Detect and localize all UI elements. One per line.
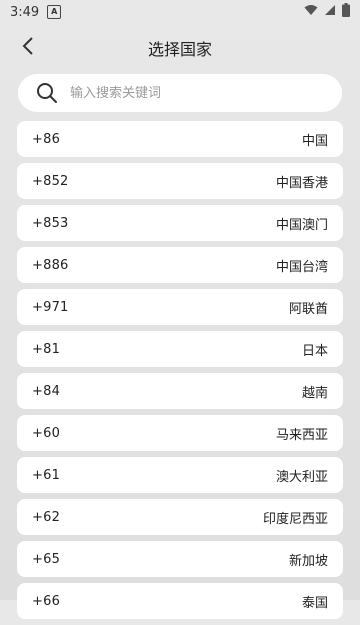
status-bar: 3:49 A <box>0 0 360 24</box>
country-code: +852 <box>32 173 69 189</box>
country-name: 阿联酋 <box>288 301 328 317</box>
battery-icon <box>342 3 350 21</box>
country-name: 日本 <box>301 343 328 359</box>
signal-icon <box>324 4 336 20</box>
country-item[interactable]: +971 阿联酋 <box>17 289 343 325</box>
country-name: 中国香港 <box>275 175 328 191</box>
country-code: +84 <box>32 383 61 399</box>
country-name: 澳大利亚 <box>275 469 328 485</box>
country-name: 印度尼西亚 <box>262 511 328 527</box>
country-name: 越南 <box>301 385 328 401</box>
header: 选择国家 <box>0 28 360 68</box>
status-time: 3:49 <box>10 4 40 20</box>
country-item[interactable]: +61 澳大利亚 <box>17 457 343 493</box>
country-item[interactable]: +81 日本 <box>17 331 343 367</box>
wifi-icon <box>304 4 318 20</box>
country-code: +971 <box>32 299 69 315</box>
country-name: 中国台湾 <box>275 259 328 275</box>
country-code: +86 <box>32 131 61 147</box>
country-code: +66 <box>32 593 61 609</box>
page-title: 选择国家 <box>147 40 212 59</box>
country-list: +86 中国 +852 中国香港 +853 中国澳门 +886 中国台湾 +97… <box>17 121 343 625</box>
search-icon <box>36 82 58 104</box>
country-item[interactable]: +886 中国台湾 <box>17 247 343 283</box>
notification-icon: A <box>47 5 62 19</box>
status-right <box>304 3 350 21</box>
country-code: +60 <box>32 425 61 441</box>
country-code: +886 <box>32 257 69 273</box>
country-item[interactable]: +853 中国澳门 <box>17 205 343 241</box>
country-name: 新加坡 <box>288 553 328 569</box>
country-name: 中国澳门 <box>275 217 328 233</box>
country-code: +62 <box>32 509 61 525</box>
country-item[interactable]: +60 马来西亚 <box>17 415 343 451</box>
country-code: +61 <box>32 467 61 483</box>
country-item[interactable]: +62 印度尼西亚 <box>17 499 343 535</box>
country-code: +853 <box>32 215 69 231</box>
search-box[interactable] <box>18 74 342 112</box>
country-name: 马来西亚 <box>275 427 328 443</box>
country-name: 中国 <box>301 133 328 149</box>
country-code: +65 <box>32 551 61 567</box>
country-code: +81 <box>32 341 61 357</box>
search-input[interactable] <box>68 84 312 102</box>
country-item[interactable]: +65 新加坡 <box>17 541 343 577</box>
country-name: 泰国 <box>301 595 328 611</box>
country-item[interactable]: +66 泰国 <box>17 583 343 619</box>
country-item[interactable]: +852 中国香港 <box>17 163 343 199</box>
country-item[interactable]: +84 越南 <box>17 373 343 409</box>
country-item[interactable]: +86 中国 <box>17 121 343 157</box>
status-left: 3:49 A <box>10 4 62 20</box>
